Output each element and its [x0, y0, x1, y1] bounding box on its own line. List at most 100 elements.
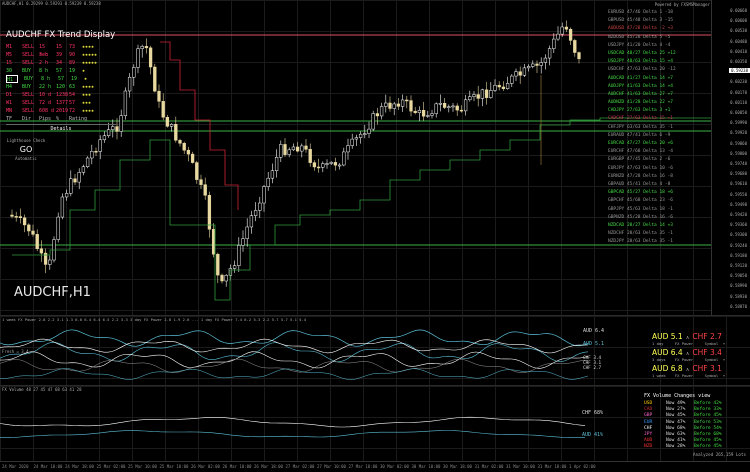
pair-row[interactable]: CADCHF 27/63 Delta 15 +1 [608, 115, 712, 123]
pair-row[interactable]: GBPJPY 45/63 Delta 18 -1 [608, 206, 712, 214]
trend-dir: SELL [22, 100, 35, 106]
power-line-chf-2 [0, 351, 589, 369]
pair-row[interactable]: NZDJPY 28/63 Delta 35 -1 [608, 238, 712, 246]
volume-line-chf [0, 416, 586, 428]
pair-row[interactable]: NZDUSD 45/28 Delta 5 -5 [608, 34, 712, 42]
candle-body [211, 229, 216, 255]
price-tick-label: 0.58930 [730, 293, 747, 299]
volume-line-aud [0, 430, 586, 438]
candle-body [543, 57, 548, 63]
pair-row[interactable]: EURAUD 47/41 Delta 6 -9 [608, 132, 712, 140]
candle-body [363, 133, 367, 135]
trend-pct: 89 [69, 60, 76, 66]
trend-time: 72 d [39, 100, 52, 106]
candle-body [552, 38, 556, 49]
candle-body [312, 162, 317, 168]
candle-body [73, 178, 77, 183]
pair-row[interactable]: EURUSD 47/46 Delta 1 -18 [608, 9, 712, 17]
fx-volume-pane[interactable]: FX Volume 48 27 45 47 68 63 41 28 CHF 68… [0, 385, 750, 462]
candle-body [476, 94, 480, 99]
candle-body [396, 103, 401, 107]
trend-pips: 57 [56, 68, 63, 74]
candle-body [455, 105, 459, 111]
trend-pct: 54 [69, 92, 76, 98]
pair-row[interactable]: NZDCHF 28/63 Delta 35 -1 [608, 230, 712, 238]
candle-body [434, 103, 438, 114]
pair-row[interactable]: CADJPY 27/63 Delta 3 +1 [608, 107, 712, 115]
price-tick-label: 0.59680 [730, 171, 747, 177]
candle-body [308, 149, 312, 163]
power-summary-row: AUD 6.8 ∧ CHF 3.1 1 week FX Power Symbol ▾ [652, 364, 748, 378]
pair-row[interactable]: CHFJPY 63/63 Delta 35 -1 [608, 124, 712, 132]
pair-row[interactable]: USDJPY 48/63 Delta 15 +4 [608, 58, 712, 66]
time-tick-label: 30 Mar 18:00 [443, 464, 472, 469]
price-tick-label: 0.59120 [730, 263, 747, 268]
time-tick-label: 31 Mar 18:00 [537, 464, 567, 469]
trend-time: 608 d [39, 108, 55, 114]
pair-row[interactable]: USDCAD 48/27 Delta 25 +12 [608, 50, 712, 58]
price-tick-label: 0.59240 [730, 242, 747, 248]
pair-row[interactable]: EURGBP 47/45 Delta 2 -6 [608, 156, 712, 164]
candle-body [518, 71, 522, 76]
candle-body [127, 76, 132, 92]
candle-body [174, 124, 178, 141]
time-tick-label: 26 Mar 02:00 [191, 464, 220, 469]
candle-body [18, 216, 23, 218]
trend-row: 15 SELL 2 h 34 89 ★★★★★ [6, 59, 116, 67]
pair-row[interactable]: GBPUSD 45/48 Delta 3 -15 [608, 17, 712, 25]
price-axis[interactable]: 0.60660 0.60600 0.60530 0.60480 0.60410 0.603… [711, 0, 750, 315]
power-row-sub[interactable]: 1 day FX Power Symbol ▾ [652, 341, 748, 346]
trend-tf: M5 [6, 52, 13, 58]
pair-row[interactable]: USDJPY 41/20 Delta 4 -4 [608, 42, 712, 50]
candle-body [69, 178, 73, 194]
go-button[interactable]: GO [6, 145, 46, 154]
pair-row[interactable]: EURNZD 47/28 Delta 16 -8 [608, 173, 712, 181]
candle-body [400, 99, 405, 107]
pair-row[interactable]: AUDJPY 41/63 Delta 14 +4 [608, 83, 712, 91]
power-row-sub[interactable]: 1 week FX Power Symbol ▾ [652, 373, 748, 378]
volume-changes-title: FX Volume Changes view [644, 393, 711, 399]
candle-body [178, 140, 182, 144]
pair-row[interactable]: NZDCAD 28/27 Delta 14 +3 [608, 222, 712, 230]
candle-body [283, 144, 287, 155]
candle-body [430, 113, 434, 116]
pair-row[interactable]: GBPNZD 45/28 Delta 16 -6 [608, 214, 712, 222]
trend-time: 8 h [39, 68, 49, 74]
pair-row[interactable]: GBPCAD 45/27 Delta 18 +6 [608, 189, 712, 197]
volume-footer: Analyzed 265,159 Lots [693, 451, 746, 457]
trend-title: AUDCHF FX Trend Display [6, 30, 116, 40]
price-tick-label: 0.59050 [730, 273, 747, 279]
candle-body [375, 113, 380, 117]
pair-row[interactable]: AUDNZD 41/28 Delta 22 +7 [608, 99, 712, 107]
time-tick-label: 27 Mar 18:00 [348, 464, 378, 469]
price-tick-label: 0.59610 [730, 181, 747, 187]
trend-dir: SELL [22, 44, 35, 50]
pair-row[interactable]: USDCHF 47/63 Delta 20 -12 [608, 66, 712, 74]
pair-row[interactable]: GBPAUD 45/41 Delta 4 -8 [608, 181, 712, 189]
candle-body [463, 99, 468, 112]
candle-body [77, 172, 81, 183]
pair-row[interactable]: EURCAD 47/27 Delta 20 +6 [608, 140, 712, 148]
pair-row[interactable]: EURJPY 47/63 Delta 10 -6 [608, 165, 712, 173]
pair-row[interactable]: GBPCHF 45/68 Delta 23 -6 [608, 197, 712, 205]
candle-body [190, 153, 195, 163]
time-axis[interactable]: 24 Mar 2020 24 Mar 10:00 24 Mar 18:00 25 Ma… [0, 461, 750, 472]
fx-power-pane[interactable]: 1 week FX Power 2.8 2.2 3.1 1.3 6.0 6.4 … [0, 315, 750, 386]
price-tick-label: 0.59800 [730, 150, 747, 156]
trend-pct: 90 [69, 52, 76, 58]
power-row-sub[interactable]: 3 days FX Power Symbol ▾ [652, 357, 748, 362]
trend-time: 3 h [39, 52, 49, 58]
details-button[interactable]: Details [6, 124, 116, 132]
pair-row[interactable]: AUDCHF 41/63 Delta 27 +7 [608, 91, 712, 99]
candle-body [136, 48, 140, 68]
trend-pct: 63 [69, 84, 76, 90]
candle-body [329, 162, 333, 164]
pair-row[interactable]: EURCHF 47/68 Delta 13 -4 [608, 148, 712, 156]
power-row-values: AUD 5.1 ∧ CHF 2.7 [652, 332, 748, 341]
candle-body [342, 151, 346, 166]
pair-row[interactable]: AUDUSD 47/28 Delta -2 +3 [608, 25, 712, 33]
pair-row[interactable]: AUDCAD 41/27 Delta 14 +7 [608, 75, 712, 83]
candle-body [39, 248, 44, 254]
candle-body [346, 145, 350, 153]
candle-body [287, 149, 291, 155]
